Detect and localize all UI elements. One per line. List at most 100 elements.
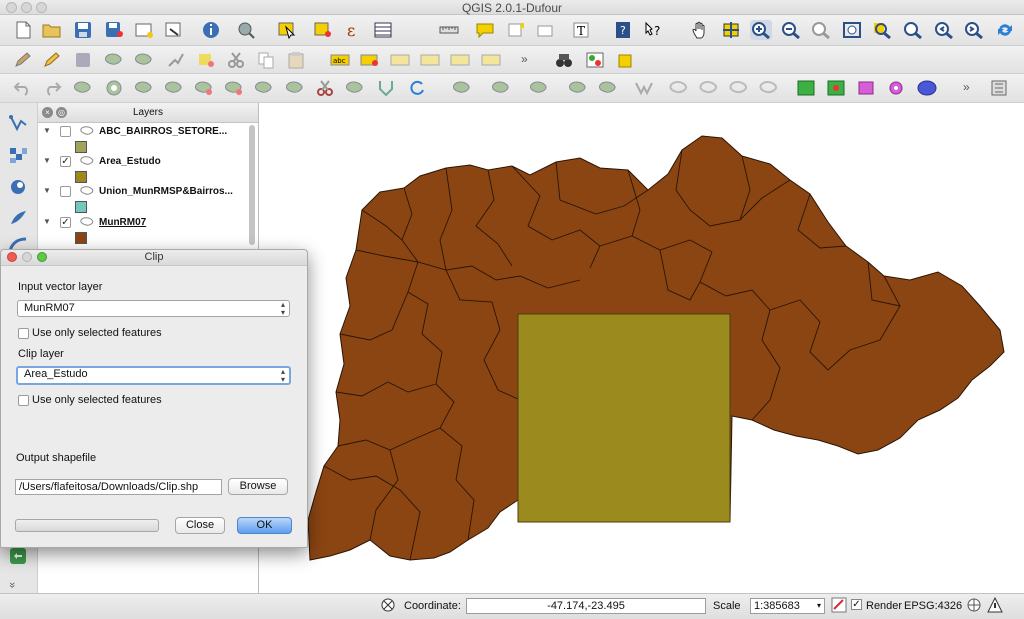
add-polygon-icon[interactable]	[855, 78, 877, 98]
current-edits-icon[interactable]	[41, 50, 63, 70]
show-hide-labels-icon[interactable]	[389, 50, 411, 70]
zoom-out-icon[interactable]	[780, 20, 802, 40]
pan-map-to-selection-icon[interactable]	[720, 20, 742, 40]
curve-tool-icon[interactable]	[668, 78, 690, 98]
fill-ring-icon[interactable]	[163, 78, 185, 98]
zoom-next-icon[interactable]	[963, 20, 985, 40]
add-ellipse-icon[interactable]	[633, 78, 655, 98]
text-format-icon[interactable]: T	[571, 20, 593, 40]
add-oval-icon[interactable]	[916, 78, 938, 98]
add-circle-icon[interactable]	[597, 78, 619, 98]
text-annotation-icon[interactable]	[534, 20, 556, 40]
save-edits-icon[interactable]	[72, 50, 94, 70]
measure-icon[interactable]	[438, 20, 460, 40]
save-project-icon[interactable]	[72, 20, 94, 40]
simplify-icon[interactable]	[72, 78, 94, 98]
offset-curve-icon[interactable]	[284, 78, 306, 98]
cut-features-icon[interactable]	[225, 50, 247, 70]
layer-visibility-checkbox[interactable]: ✓	[60, 156, 71, 167]
toolbar-more-icon-2[interactable]: »	[963, 80, 970, 94]
circular-string-icon[interactable]	[528, 78, 550, 98]
merge-attributes-icon[interactable]	[406, 78, 428, 98]
toggle-editing-icon[interactable]	[12, 50, 34, 70]
trace-icon[interactable]	[567, 78, 589, 98]
expand-arrow-icon[interactable]: ▼	[43, 126, 51, 135]
split-features-icon[interactable]	[314, 78, 336, 98]
crs-label[interactable]: EPSG:4326	[904, 600, 962, 612]
identify-icon[interactable]	[200, 20, 222, 40]
toolbar-more-icon[interactable]: »	[521, 52, 528, 66]
delete-ring-icon[interactable]	[193, 78, 215, 98]
add-postgis-layer-icon[interactable]	[7, 177, 29, 197]
refresh-icon[interactable]	[994, 20, 1016, 40]
fillet-icon[interactable]	[758, 78, 780, 98]
paste-features-icon[interactable]	[285, 50, 307, 70]
layers-scrollbar[interactable]	[249, 125, 255, 245]
node-tool-icon[interactable]	[165, 50, 187, 70]
zoom-full-icon[interactable]	[841, 20, 863, 40]
rotate-label-icon[interactable]	[449, 50, 471, 70]
select-features-icon[interactable]	[276, 20, 298, 40]
split-parts-icon[interactable]	[344, 78, 366, 98]
new-note-icon[interactable]	[614, 50, 636, 70]
browse-button[interactable]: Browse	[228, 478, 288, 495]
layer-visibility-checkbox[interactable]: ✓	[60, 217, 71, 228]
layer-symbol-swatch[interactable]	[75, 201, 87, 213]
composer-manager-icon[interactable]	[163, 20, 185, 40]
coordinate-field[interactable]: -47.174,-23.495	[466, 598, 706, 614]
layer-visibility-checkbox[interactable]	[60, 126, 71, 137]
attribute-table-icon[interactable]	[372, 20, 394, 40]
coordinate-toggle-icon[interactable]	[380, 597, 396, 613]
clip-selected-checkbox[interactable]	[18, 395, 29, 406]
zoom-last-icon[interactable]	[933, 20, 955, 40]
expand-arrow-icon[interactable]: ▼	[43, 186, 51, 195]
zoom-to-selection-icon[interactable]	[871, 20, 893, 40]
dock-more-icon[interactable]: »	[6, 582, 18, 588]
add-point-icon[interactable]	[885, 78, 907, 98]
map-canvas[interactable]	[259, 103, 1024, 593]
layer-symbol-swatch[interactable]	[75, 232, 87, 244]
pan-icon[interactable]	[690, 20, 712, 40]
zoom-actual-size-icon[interactable]	[810, 20, 832, 40]
merge-features-icon[interactable]	[375, 78, 397, 98]
add-feature-icon[interactable]	[103, 50, 125, 70]
clip-layer-select[interactable]: Area_Estudo ▴ ▾	[16, 366, 291, 385]
layer-symbol-swatch[interactable]	[75, 141, 87, 153]
layer-item[interactable]: ▼ ✓ Area_Estudo	[38, 154, 248, 170]
pan-to-selection-icon[interactable]	[235, 20, 257, 40]
open-project-icon[interactable]	[41, 20, 63, 40]
plugin-manager-icon[interactable]	[988, 78, 1010, 98]
add-spatialite-layer-icon[interactable]	[7, 208, 29, 228]
layer-symbol-swatch[interactable]	[75, 171, 87, 183]
field-calculator-icon[interactable]: ε	[342, 20, 364, 40]
add-ring-icon[interactable]	[103, 78, 125, 98]
reverse-line-icon[interactable]	[698, 78, 720, 98]
add-part-icon[interactable]	[133, 78, 155, 98]
input-selected-checkbox[interactable]	[18, 328, 29, 339]
output-path-field[interactable]: /Users/flafeitosa/Downloads/Clip.shp	[15, 479, 222, 495]
layer-item[interactable]: ▼ Union_MunRMSP&Bairros...	[38, 184, 248, 200]
help-icon[interactable]: ?	[612, 20, 634, 40]
new-bookmark-icon[interactable]	[505, 20, 527, 40]
search-binoculars-icon[interactable]	[553, 50, 575, 70]
new-project-icon[interactable]	[12, 20, 34, 40]
pin-labels-icon[interactable]	[359, 50, 381, 70]
save-as-icon[interactable]	[103, 20, 125, 40]
layer-item[interactable]: ▼ ✓ MunRM07	[38, 215, 248, 231]
zoom-to-layer-icon[interactable]	[902, 20, 924, 40]
input-layer-select[interactable]: MunRM07 ▴ ▾	[17, 300, 290, 317]
map-tips-icon[interactable]	[474, 20, 496, 40]
move-label-icon[interactable]	[419, 50, 441, 70]
delete-part-icon[interactable]	[223, 78, 245, 98]
layer-visibility-checkbox[interactable]	[60, 186, 71, 197]
expand-arrow-icon[interactable]: ▼	[43, 156, 51, 165]
messages-warning-icon[interactable]	[987, 596, 1003, 613]
layer-item[interactable]: ▼ ABC_BAIRROS_SETORE...	[38, 124, 248, 140]
add-vector-layer-icon[interactable]	[7, 113, 29, 133]
change-label-icon[interactable]	[480, 50, 502, 70]
rotate-feature-icon[interactable]	[490, 78, 512, 98]
zoom-in-icon[interactable]	[750, 20, 772, 40]
move-feature-icon[interactable]	[133, 50, 155, 70]
add-raster-layer-icon[interactable]	[7, 145, 29, 165]
python-console-icon[interactable]	[7, 546, 29, 566]
